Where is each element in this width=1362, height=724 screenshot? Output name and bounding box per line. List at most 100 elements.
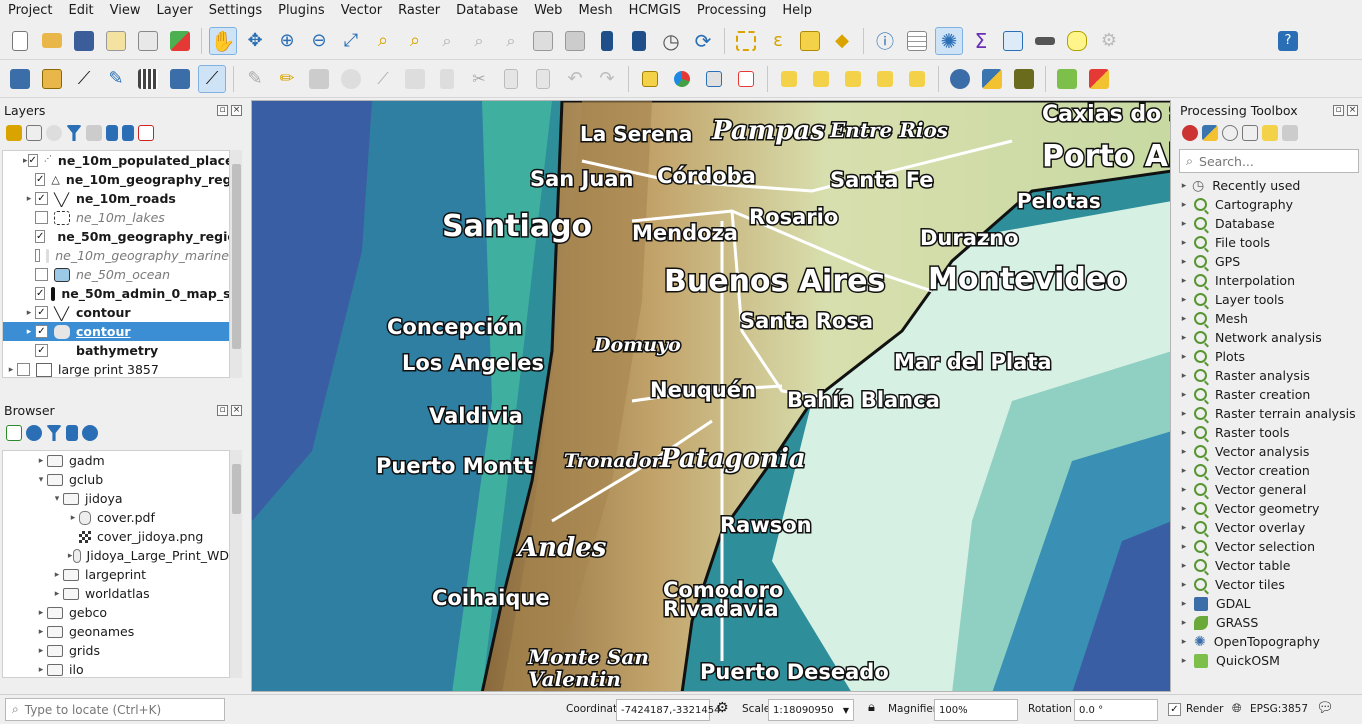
collapse-all-icon[interactable] — [122, 125, 134, 141]
expand-arrow-icon[interactable]: ▸ — [1178, 618, 1190, 628]
expand-arrow-icon[interactable]: ▸ — [1178, 390, 1190, 400]
models-icon[interactable] — [1182, 125, 1198, 141]
expand-arrow-icon[interactable]: ▸ — [1178, 637, 1190, 647]
layer-labeling-button[interactable] — [636, 65, 664, 93]
expand-arrow-icon[interactable]: ▸ — [1178, 599, 1190, 609]
paste-features-button[interactable] — [529, 65, 557, 93]
expand-arrow-icon[interactable]: ▸ — [1178, 200, 1190, 210]
new-print-layout-button[interactable] — [102, 27, 130, 55]
processing-toolbox-button[interactable]: ✺ — [935, 26, 963, 55]
layer-checkbox[interactable]: ✓ — [35, 173, 46, 186]
browser-item[interactable]: ▸ ilo — [3, 660, 229, 677]
add-mesh-button[interactable] — [166, 65, 194, 93]
expand-arrow-icon[interactable]: ▸ — [1178, 181, 1190, 191]
provider-item[interactable]: ▸ Database — [1178, 214, 1362, 233]
copy-features-button[interactable] — [497, 65, 525, 93]
layer-checkbox[interactable]: ✓ — [35, 230, 46, 243]
expand-arrow-icon[interactable]: ▸ — [1178, 485, 1190, 495]
coordinate-field[interactable]: -7424187,-3321454 — [616, 699, 720, 721]
options-icon[interactable] — [1282, 125, 1298, 141]
expand-arrow-icon[interactable]: ▸ — [1178, 580, 1190, 590]
save-edits-button[interactable] — [305, 65, 333, 93]
change-label-button[interactable] — [903, 65, 931, 93]
layer-checkbox[interactable]: ✓ — [35, 192, 48, 205]
results-icon[interactable] — [1242, 125, 1258, 141]
provider-item[interactable]: ▸ Plots — [1178, 347, 1362, 366]
zoom-full-button[interactable]: ⤢ — [337, 27, 365, 55]
select-features-button[interactable] — [732, 27, 760, 55]
provider-item[interactable]: ▸ Cartography — [1178, 195, 1362, 214]
browser-item[interactable]: ▸ Jidoya_Large_Print_WD — [3, 546, 229, 565]
expand-all-icon[interactable] — [106, 125, 118, 141]
expand-arrow-icon[interactable]: ▸ — [1178, 238, 1190, 248]
rotate-label-button[interactable] — [871, 65, 899, 93]
remove-layer-icon[interactable] — [138, 125, 154, 141]
digitize-shape-button[interactable]: ⟋ — [369, 65, 397, 93]
menu-database[interactable]: Database — [448, 0, 526, 22]
refresh-icon[interactable] — [26, 425, 42, 441]
expand-arrow-icon[interactable]: ▸ — [1178, 333, 1190, 343]
toolbox-search-input[interactable]: ⌕ Search... — [1179, 149, 1359, 173]
delete-selected-button[interactable] — [433, 65, 461, 93]
menu-project[interactable]: Project — [0, 0, 60, 22]
expand-arrow-icon[interactable]: ▸ — [23, 327, 35, 337]
map-tips-button[interactable] — [1063, 27, 1091, 55]
layer-row[interactable]: ▸ ✓ ⋰ ne_10m_populated_places — [3, 151, 229, 170]
expand-arrow-icon[interactable]: ▸ — [1178, 352, 1190, 362]
layer-checkbox[interactable]: ✓ — [35, 325, 48, 338]
rotation-spinbox[interactable]: 0.0 ° — [1074, 699, 1158, 721]
collapse-arrow-icon[interactable]: ▾ — [51, 494, 63, 504]
eye-icon[interactable] — [46, 125, 62, 141]
new-project-button[interactable] — [6, 27, 34, 55]
provider-item[interactable]: ▸ Network analysis — [1178, 328, 1362, 347]
zoom-native-button[interactable]: ⌕ — [433, 27, 461, 55]
layer-row[interactable]: ✓ ne_50m_admin_0_map_subunits — [3, 284, 229, 303]
select-by-expression-button[interactable]: ε — [764, 27, 792, 55]
layer-checkbox[interactable]: ✓ — [35, 344, 48, 357]
temporal-controller-button[interactable]: ◷ — [657, 27, 685, 55]
provider-item[interactable]: ▸ Raster terrain analysis — [1178, 404, 1362, 423]
toggle-editing-button[interactable]: ✏ — [273, 65, 301, 93]
zoom-selection-button[interactable]: ⌕ — [369, 27, 397, 55]
layer-row[interactable]: ne_50m_ocean — [3, 265, 229, 284]
show-hide-labels-button[interactable] — [807, 65, 835, 93]
close-panel-button[interactable]: × — [1347, 104, 1358, 116]
measure-button[interactable] — [1031, 27, 1059, 55]
expand-arrow-icon[interactable]: ▸ — [1178, 371, 1190, 381]
style-panel-icon[interactable] — [6, 125, 22, 141]
add-raster-button[interactable] — [134, 65, 162, 93]
provider-item[interactable]: ▸ Vector table — [1178, 556, 1362, 575]
provider-item[interactable]: ▸ Raster creation — [1178, 385, 1362, 404]
locator-search-input[interactable]: ⌕ Type to locate (Ctrl+K) — [5, 698, 225, 721]
expand-arrow-icon[interactable]: ▸ — [1178, 561, 1190, 571]
highlight-pinned-labels-button[interactable] — [700, 65, 728, 93]
layer-checkbox[interactable]: ✓ — [27, 154, 38, 167]
menu-vector[interactable]: Vector — [333, 0, 390, 22]
map-canvas[interactable]: Caxias do S Porto Al Pelotas La Serena P… — [251, 100, 1171, 692]
browser-scrollbar[interactable] — [229, 450, 242, 678]
expand-arrow-icon[interactable]: ▸ — [1178, 428, 1190, 438]
zoom-last-button[interactable]: ⌕ — [465, 27, 493, 55]
scale-combobox[interactable]: 1:18090950 ▼ — [768, 699, 854, 721]
toggle-extents-icon[interactable]: ⚙ — [716, 700, 729, 716]
layer-checkbox[interactable] — [17, 363, 30, 376]
provider-item[interactable]: ▸ ◷ Recently used — [1178, 176, 1362, 195]
provider-item[interactable]: ▸ Vector selection — [1178, 537, 1362, 556]
browser-item[interactable]: ▸ worldatlas — [3, 584, 229, 603]
scroll-thumb[interactable] — [232, 464, 241, 514]
zoom-in-button[interactable]: ⊕ — [273, 27, 301, 55]
history-icon[interactable] — [1222, 125, 1238, 141]
expand-arrow-icon[interactable]: ▸ — [1178, 314, 1190, 324]
provider-item[interactable]: ▸ Vector overlay — [1178, 518, 1362, 537]
menu-mesh[interactable]: Mesh — [570, 0, 620, 22]
move-label-button[interactable] — [839, 65, 867, 93]
browser-item[interactable]: ▸ gadm — [3, 451, 229, 470]
menu-processing[interactable]: Processing — [689, 0, 774, 22]
expand-arrow-icon[interactable]: ▸ — [1178, 257, 1190, 267]
expand-arrow-icon[interactable]: ▸ — [1178, 219, 1190, 229]
field-calculator-button[interactable] — [999, 27, 1027, 55]
provider-item[interactable]: ▸ Layer tools — [1178, 290, 1362, 309]
menu-hcmgis[interactable]: HCMGIS — [621, 0, 689, 22]
expand-arrow-icon[interactable]: ▸ — [35, 608, 47, 618]
expand-arrow-icon[interactable]: ▸ — [23, 194, 35, 204]
